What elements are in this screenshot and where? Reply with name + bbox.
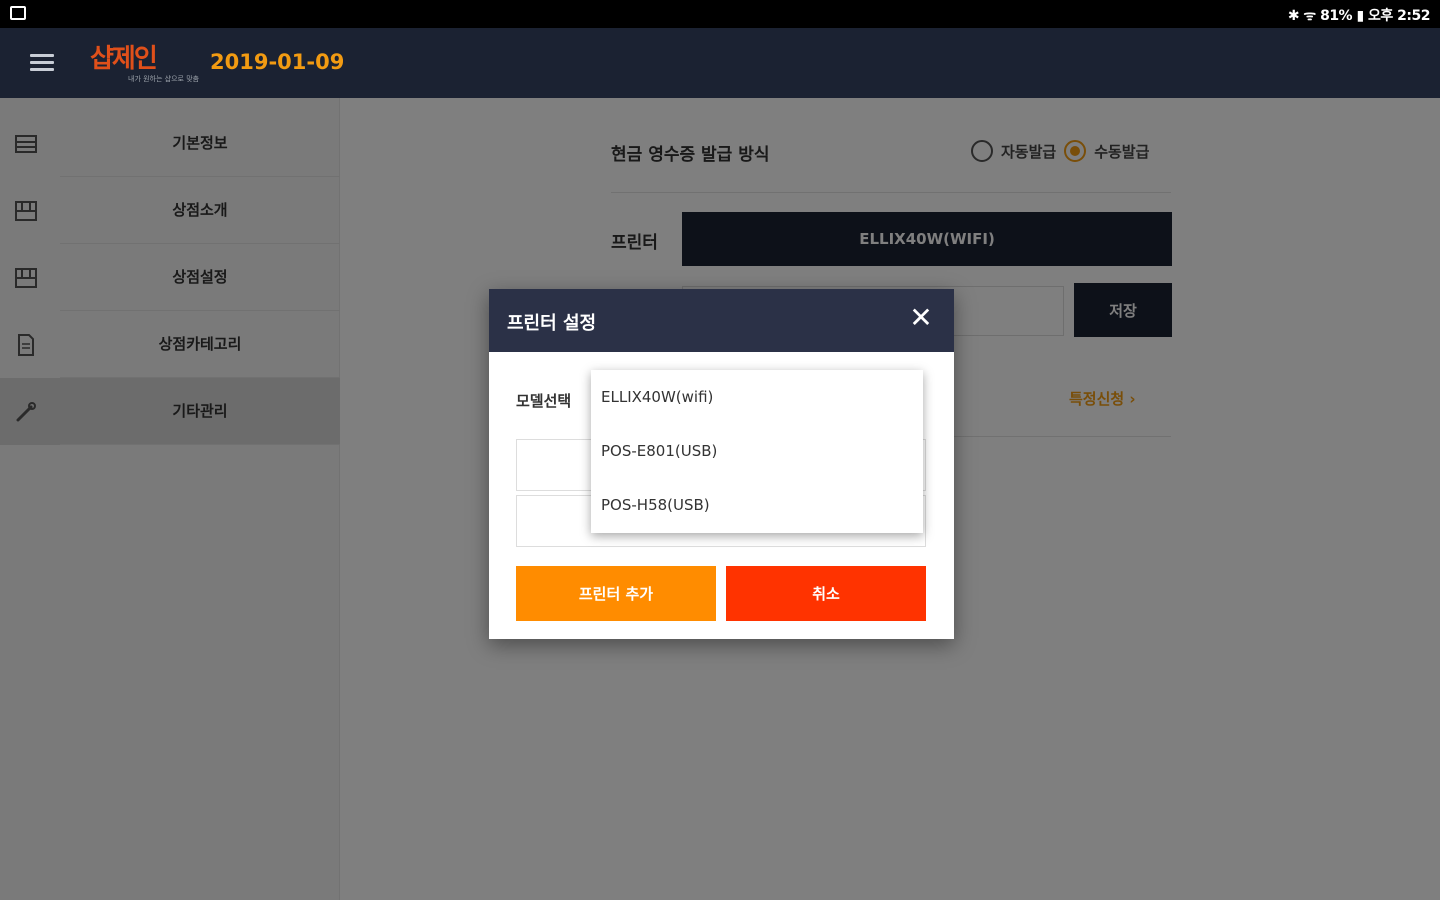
app-header: 샵제인 내가 원하는 샵으로 맞춤 2019-01-09 [0,28,1440,98]
dropdown-option[interactable]: ELLIX40W(wifi) [591,370,923,424]
hamburger-menu-icon[interactable] [30,54,54,72]
status-bar: ✱ ᯤ 81% ▮ 오후 2:52 [0,0,1440,28]
add-printer-button[interactable]: 프린터 추가 [516,566,716,621]
gallery-notification-icon [10,6,26,20]
app-logo: 샵제인 내가 원하는 샵으로 맞춤 [90,38,200,88]
dropdown-option[interactable]: POS-E801(USB) [591,424,923,478]
model-select-label: 모델선택 [516,392,572,410]
header-date: 2019-01-09 [210,50,345,74]
model-dropdown-list: ELLIX40W(wifi) POS-E801(USB) POS-H58(USB… [591,370,923,533]
status-indicators: ✱ ᯤ 81% ▮ 오후 2:52 [1287,8,1431,24]
dialog-header: 프린터 설정 ✕ [489,289,954,352]
dialog-title: 프린터 설정 [507,313,597,334]
logo-subtext: 내가 원하는 샵으로 맞춤 [128,75,200,83]
dropdown-option[interactable]: POS-H58(USB) [591,478,923,532]
cancel-button[interactable]: 취소 [726,566,926,621]
logo-text: 샵제인 [90,44,158,74]
close-icon[interactable]: ✕ [906,303,936,333]
